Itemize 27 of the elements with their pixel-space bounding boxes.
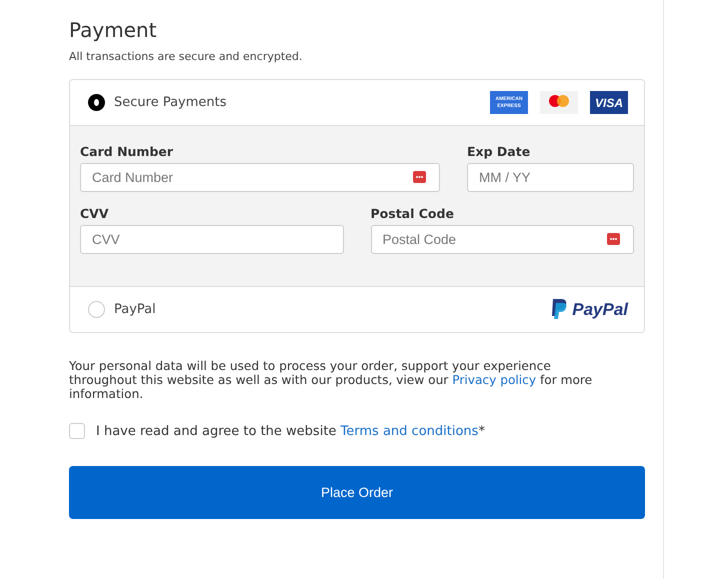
radio-button[interactable] [88, 94, 105, 111]
privacy-notice: Your personal data will be used to process your order, support your experience throughout this website as well as with our products, view our Privacy policy for more information. [69, 359, 594, 401]
payment-method-label: Secure Payments [114, 95, 228, 110]
card-icon [607, 233, 620, 245]
terms-text: I have read and agree to the website Terms and conditions* [96, 424, 485, 438]
payment-method-row[interactable]: PayPal PayPal [70, 286, 644, 332]
radio-button[interactable] [88, 301, 105, 318]
payment-method-label: PayPal [114, 302, 157, 317]
field-label: Card Number [80, 144, 174, 159]
page-title: Payment [69, 18, 158, 42]
terms-link[interactable]: Terms and conditions [340, 424, 478, 438]
input-field[interactable]: CVV [80, 225, 344, 254]
card-icon [413, 171, 426, 183]
mastercard-logo [540, 91, 578, 114]
checkbox[interactable] [69, 423, 85, 439]
field-label: Exp Date [467, 144, 532, 159]
place-order-button[interactable]: Place Order [69, 466, 645, 519]
subtitle: All transactions are secure and encrypted. [69, 50, 304, 63]
paypal-icon [550, 299, 568, 320]
privacy-link[interactable]: Privacy policy [452, 373, 536, 387]
paypal-logo: PayPal [572, 300, 628, 320]
field-label: CVV [80, 206, 110, 221]
visa-logo: VISA [590, 91, 628, 114]
input-field[interactable]: Card Number [80, 163, 440, 192]
input-field[interactable]: Postal Code [370, 225, 634, 254]
input-field[interactable]: MM / YY [467, 163, 634, 192]
field-label: Postal Code [370, 206, 455, 221]
